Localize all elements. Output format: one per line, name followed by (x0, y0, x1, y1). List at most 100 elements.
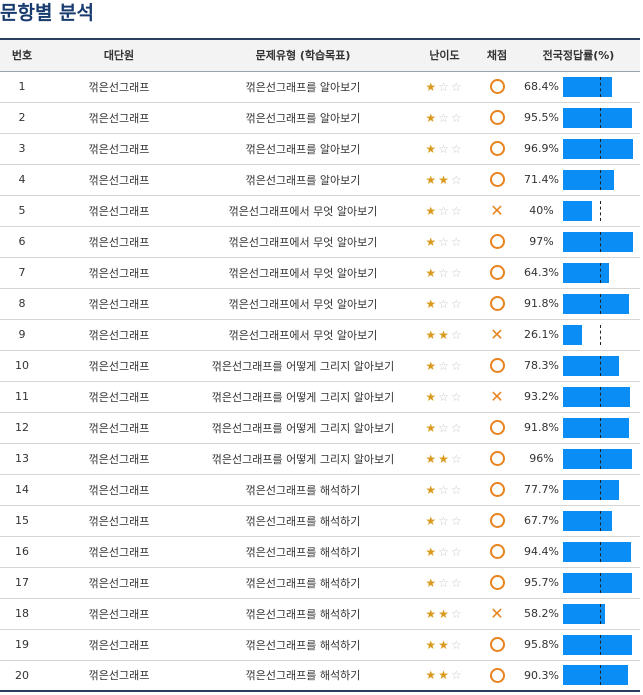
rate-bar (562, 665, 635, 686)
row-number: 12 (15, 421, 29, 434)
table-row: 12 꺾은선그래프 꺾은선그래프를 어떻게 그리지 알아보기 ★☆☆ 91.8% (0, 412, 640, 443)
rate-label: 67.7% (524, 514, 559, 527)
difficulty-stars: ★★☆ (425, 328, 463, 342)
star-filled-icon: ★ (425, 482, 439, 497)
row-type: 꺾은선그래프를 해석하기 (245, 576, 361, 590)
row-number: 11 (15, 390, 29, 403)
row-rate: 94.4% (517, 536, 640, 567)
column-header-rate: 전국정답률(%) (542, 49, 615, 63)
correct-circle-icon (489, 358, 505, 373)
rate-bar (562, 293, 635, 314)
average-marker (599, 665, 601, 686)
average-marker (599, 293, 601, 314)
row-rate: 96% (517, 443, 640, 474)
table-row: 14 꺾은선그래프 꺾은선그래프를 해석하기 ★☆☆ 77.7% (0, 474, 640, 505)
rate-bar-fill (562, 169, 614, 190)
row-number: 20 (15, 668, 29, 682)
table-row: 7 꺾은선그래프 꺾은선그래프에서 무엇 알아보기 ★☆☆ 64.3% (0, 257, 640, 288)
row-unit: 꺾은선그래프 (88, 421, 150, 435)
rate-bar-fill (562, 293, 629, 314)
rate-label: 91.8% (524, 297, 559, 310)
rate-bar (562, 386, 635, 407)
difficulty-stars: ★☆☆ (425, 576, 463, 590)
row-grading (477, 226, 517, 257)
rate-bar-fill (562, 386, 630, 407)
rate-bar (562, 169, 635, 190)
row-rate: 71.4% (517, 164, 640, 195)
row-rate: 95.7% (517, 567, 640, 598)
row-number: 19 (15, 638, 29, 651)
star-empty-icon: ☆ (450, 482, 464, 497)
rate-bar-fill (562, 541, 631, 562)
row-type: 꺾은선그래프를 어떻게 그리지 알아보기 (211, 359, 395, 373)
average-marker (599, 572, 601, 593)
rate-label: 96% (529, 452, 554, 465)
star-filled-icon: ★ (425, 79, 439, 94)
rate-bar (562, 603, 635, 624)
rate-label: 26.1% (524, 328, 559, 341)
row-difficulty: ★☆☆ (412, 567, 477, 598)
row-grading (477, 133, 517, 164)
rate-bar (562, 541, 635, 562)
row-rate: 95.5% (517, 102, 640, 133)
star-filled-icon: ★ (425, 172, 439, 187)
table-row: 19 꺾은선그래프 꺾은선그래프를 해석하기 ★★☆ 95.8% (0, 629, 640, 660)
row-rate: 68.4% (517, 71, 640, 102)
rate-label: 78.3% (524, 359, 559, 372)
row-unit: 꺾은선그래프 (88, 359, 150, 373)
difficulty-stars: ★★☆ (425, 452, 463, 466)
row-difficulty: ★☆☆ (412, 381, 477, 412)
row-number: 14 (15, 483, 29, 496)
star-empty-icon: ☆ (450, 575, 464, 590)
row-difficulty: ★☆☆ (412, 536, 477, 567)
rate-bar (562, 200, 635, 221)
rate-bar (562, 417, 635, 438)
difficulty-stars: ★☆☆ (425, 80, 463, 94)
rate-bar (562, 324, 635, 345)
rate-bar (562, 634, 635, 655)
row-difficulty: ★☆☆ (412, 102, 477, 133)
row-unit: 꺾은선그래프 (88, 235, 150, 249)
star-empty-icon: ☆ (450, 296, 464, 311)
row-grading: ✕ (477, 195, 517, 226)
star-filled-icon: ★ (425, 203, 439, 218)
average-marker (599, 448, 601, 469)
average-marker (599, 417, 601, 438)
row-grading (477, 474, 517, 505)
row-grading (477, 102, 517, 133)
star-empty-icon: ☆ (450, 637, 464, 652)
star-filled-icon: ★ (425, 327, 439, 342)
row-difficulty: ★☆☆ (412, 350, 477, 381)
difficulty-stars: ★★☆ (425, 668, 463, 682)
row-difficulty: ★★☆ (412, 598, 477, 629)
star-empty-icon: ☆ (450, 513, 464, 528)
star-empty-icon: ☆ (450, 544, 464, 559)
table-row: 15 꺾은선그래프 꺾은선그래프를 해석하기 ★☆☆ 67.7% (0, 505, 640, 536)
rate-bar-fill (562, 324, 582, 345)
row-type: 꺾은선그래프를 해석하기 (245, 514, 361, 528)
row-difficulty: ★☆☆ (412, 133, 477, 164)
star-filled-icon: ★ (425, 389, 439, 404)
row-rate: 93.2% (517, 381, 640, 412)
row-difficulty: ★☆☆ (412, 474, 477, 505)
row-number: 16 (15, 545, 29, 558)
star-empty-icon: ☆ (438, 141, 451, 156)
star-filled-icon: ★ (425, 668, 439, 683)
star-filled-icon: ★ (438, 606, 451, 621)
column-header-unit: 대단원 (103, 49, 135, 63)
correct-circle-icon (489, 141, 505, 156)
row-difficulty: ★★☆ (412, 443, 477, 474)
rate-label: 58.2% (524, 607, 559, 620)
rate-bar-fill (562, 231, 633, 252)
star-empty-icon: ☆ (438, 575, 451, 590)
star-empty-icon: ☆ (438, 203, 451, 218)
star-filled-icon: ★ (438, 172, 451, 187)
correct-circle-icon (489, 667, 505, 683)
row-rate: 95.8% (517, 629, 640, 660)
rate-bar-fill (562, 448, 632, 469)
rate-bar-fill (562, 634, 632, 655)
row-type: 꺾은선그래프에서 무엇 알아보기 (228, 235, 378, 249)
row-difficulty: ★☆☆ (412, 505, 477, 536)
rate-label: 40% (529, 204, 554, 217)
row-number: 7 (18, 266, 26, 279)
